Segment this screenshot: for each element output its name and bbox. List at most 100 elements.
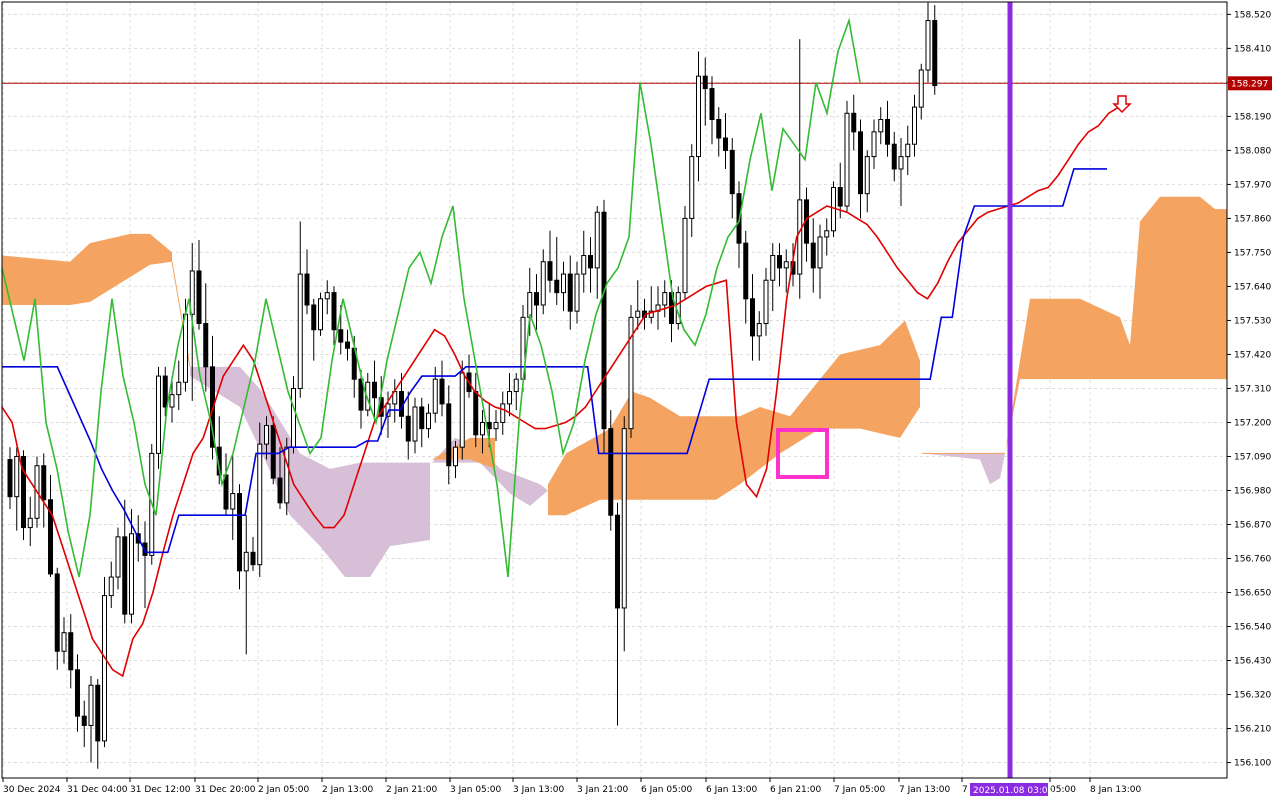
y-tick-label: 157.640 [1234, 282, 1271, 292]
candle-body-bear [750, 298, 755, 337]
y-tick-label: 158.190 [1234, 112, 1271, 122]
candle-body-bear [331, 292, 337, 331]
x-tick-label: 2 Jan 21:00 [386, 785, 438, 795]
y-tick-label: 157.420 [1234, 350, 1271, 360]
candle-body-bear [122, 536, 128, 615]
candle-body-bull [129, 533, 134, 615]
x-tick-label: 2 Jan 05:00 [258, 785, 310, 795]
candle-body-bull [426, 412, 431, 430]
x-tick-label: 6 Jan 21:00 [770, 785, 822, 795]
candle-body-bear [446, 403, 452, 467]
candle-body-bear [567, 273, 573, 312]
candle-body-bear [372, 381, 377, 399]
candle-body-bull [264, 425, 269, 445]
x-tick-label: 7 [962, 785, 968, 795]
candle-body-bull [453, 446, 458, 467]
candle-body-bear [473, 391, 479, 436]
candle-body-bear [608, 428, 614, 516]
candle-body-bull [898, 156, 904, 170]
candle-body-bull [540, 261, 546, 306]
candle-body-bear [932, 20, 938, 86]
candle-body-bear [486, 421, 492, 430]
candle-body-bull [183, 313, 188, 383]
candle-body-bull [14, 455, 20, 498]
candle-body-bull [763, 279, 769, 325]
candle-body-bear [311, 304, 317, 331]
x-tick-label: 2 Jan 13:00 [322, 785, 374, 795]
candle-body-bear [702, 75, 708, 90]
candle-body-bull [108, 576, 114, 597]
x-tick-label: 31 Dec 12:00 [130, 785, 191, 795]
candle [844, 100, 850, 213]
x-tick-label: 3 Jan 05:00 [450, 785, 502, 795]
candle-body-bear [41, 465, 47, 501]
candle-body-bear [95, 684, 101, 742]
candle-body-bull [176, 381, 182, 396]
y-tick-label: 156.210 [1234, 725, 1271, 735]
candle-body-bull [594, 211, 600, 269]
candle-body-bull [574, 273, 580, 312]
candle-body-bull [689, 156, 695, 219]
candle-body-bear [203, 323, 209, 368]
y-tick-label: 156.430 [1234, 657, 1271, 667]
candle-body-bull [169, 394, 175, 408]
y-tick-label: 157.860 [1234, 214, 1271, 224]
candle [682, 206, 688, 299]
candle [628, 304, 634, 438]
y-tick-label: 157.310 [1234, 384, 1271, 394]
candle-body-bear [223, 474, 229, 510]
candle-body-bear [723, 137, 728, 151]
chart-canvas[interactable]: 158.520158.410158.300158.190158.080157.9… [0, 0, 1280, 800]
candle-body-bull [324, 292, 330, 300]
candle-body-bull [61, 632, 67, 652]
candle-body-bear [250, 551, 256, 566]
candle-body-bull [507, 391, 512, 405]
candle-body-bull [297, 273, 303, 389]
candle-body-bull [513, 378, 519, 393]
ichimoku-candlestick-chart[interactable]: 158.520158.410158.300158.190158.080157.9… [0, 0, 1280, 800]
candle-body-bull [459, 372, 465, 448]
y-tick-label: 158.410 [1234, 44, 1271, 54]
candle-body-bear [81, 715, 87, 726]
candle-body-bull [88, 684, 94, 726]
candle-body-bull [817, 236, 823, 269]
candle-body-bear [837, 186, 843, 207]
candle-body-bear [405, 415, 411, 442]
y-tick-label: 157.090 [1234, 452, 1271, 462]
candle-body-bull [156, 375, 161, 454]
candle-body-bull [824, 230, 830, 238]
candle-body-bear [68, 632, 74, 671]
candle-body-bear [304, 273, 310, 306]
candle [21, 450, 26, 540]
x-tick-label: 31 Dec 20:00 [195, 785, 256, 795]
candle-body-bear [345, 341, 350, 349]
candle [156, 366, 161, 469]
candle-body-bear [601, 211, 607, 430]
candle-body-bull [480, 421, 485, 436]
candle-body-bull [918, 69, 924, 108]
candle-body-bull [412, 406, 418, 442]
candle-body-bull [905, 143, 911, 158]
candle [601, 199, 607, 454]
x-tick-label: 3 Jan 13:00 [513, 785, 565, 795]
candle-body-bull [561, 273, 566, 294]
candle-body-bear [554, 279, 560, 294]
candle-body-bull [493, 421, 499, 430]
candle-body-bear [709, 88, 715, 120]
candle-body-bull [756, 323, 762, 337]
y-tick-label: 156.320 [1234, 691, 1271, 701]
candle-body-bear [439, 378, 445, 405]
candle-body-bull [682, 217, 688, 294]
candle-body-bear [419, 406, 425, 430]
candle-body-bull [115, 536, 121, 578]
x-tick-label: 6 Jan 13:00 [706, 785, 758, 795]
candle-body-bull [844, 112, 850, 207]
candle [102, 577, 107, 748]
y-tick-label: 156.650 [1234, 589, 1271, 599]
y-tick-label: 157.200 [1234, 418, 1271, 428]
candle-body-bull [925, 20, 931, 71]
candle-body-bull [662, 292, 668, 306]
candle-body-bear [588, 255, 593, 269]
candle-body-bull [318, 298, 323, 331]
candle [608, 410, 614, 531]
